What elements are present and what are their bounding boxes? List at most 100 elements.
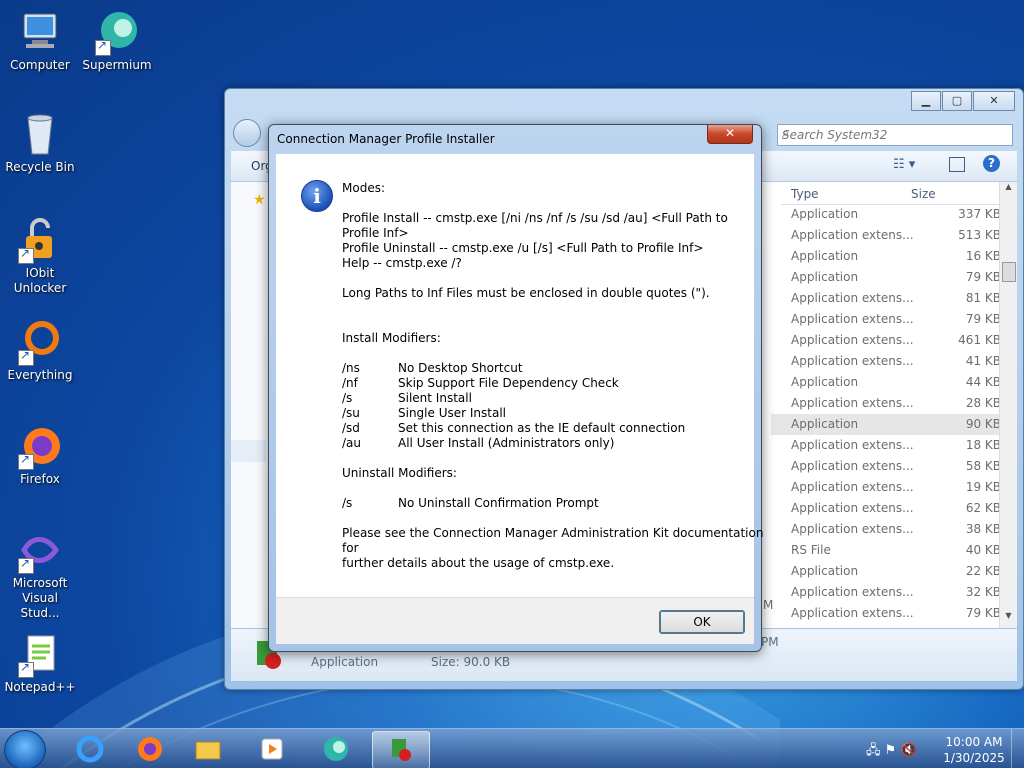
file-row[interactable]: Application extens... 81 KB [771, 288, 1003, 309]
scroll-up-arrow-icon[interactable]: ▲ [1000, 182, 1017, 199]
shortcut-arrow-icon [18, 452, 34, 470]
file-row[interactable]: Application extens... 32 KB [771, 582, 1003, 603]
taskbar: 🖧 ⚑ 🔇 10:00 AM 1/30/2025 [0, 728, 1024, 768]
desktop-icon-firefox[interactable]: Firefox [0, 422, 80, 487]
desktop-icon-iobit-unlocker[interactable]: IObit Unlocker [0, 216, 80, 296]
help-line: Help -- cmstp.exe /? [342, 256, 462, 270]
shortcut-arrow-icon [95, 38, 111, 56]
file-size: 41 KB [965, 354, 1001, 368]
scroll-thumb[interactable] [1002, 262, 1016, 282]
file-type: Application extens... [791, 312, 914, 326]
install-modifiers-heading: Install Modifiers: [342, 331, 441, 345]
file-row[interactable]: RS File 40 KB [771, 540, 1003, 561]
file-size: 461 KB [958, 333, 1001, 347]
clock-date: 1/30/2025 [943, 751, 1005, 765]
file-row[interactable]: Application extens... 38 KB [771, 519, 1003, 540]
taskbar-firefox-icon[interactable] [122, 731, 178, 767]
search-icon[interactable]: ⌕ [782, 126, 1008, 141]
modifier-desc: Set this connection as the IE default co… [398, 421, 686, 435]
action-center-flag-icon[interactable]: ⚑ [885, 743, 897, 758]
taskbar-internet-explorer-icon[interactable] [62, 731, 118, 767]
file-row[interactable]: Application extens... 18 KB [771, 435, 1003, 456]
desktop-icon-recycle-bin[interactable]: Recycle Bin [0, 110, 80, 175]
file-row[interactable]: Application extens... 41 KB [771, 351, 1003, 372]
file-type: Application extens... [791, 291, 914, 305]
volume-muted-icon[interactable]: 🔇 [900, 743, 916, 758]
back-button[interactable] [233, 119, 261, 147]
info-icon: i [301, 180, 333, 212]
column-header-size[interactable]: Size [911, 187, 936, 201]
dialog-footer: OK [276, 597, 754, 644]
file-size: 38 KB [965, 522, 1001, 536]
navigation-pane[interactable]: ★ [231, 182, 266, 628]
taskbar-explorer-icon[interactable] [180, 731, 236, 767]
clock[interactable]: 10:00 AM 1/30/2025 [942, 734, 1006, 766]
file-type: Application [791, 564, 859, 578]
file-row[interactable]: Application extens... 19 KB [771, 477, 1003, 498]
uninstall-modifiers-heading: Uninstall Modifiers: [342, 466, 457, 480]
search-input[interactable]: Search System32 ⌕ [777, 124, 1013, 146]
scroll-down-arrow-icon[interactable]: ▼ [1000, 611, 1017, 628]
desktop-icon-label: Computer [10, 58, 70, 72]
file-size: 40 KB [965, 543, 1001, 557]
file-size: 81 KB [965, 291, 1001, 305]
show-desktop-button[interactable] [1011, 729, 1024, 768]
view-options-icon[interactable]: ☷ ▾ [893, 157, 915, 172]
file-row[interactable]: Application 16 KB [771, 246, 1003, 267]
file-row[interactable]: Application 90 KB [771, 414, 1003, 435]
file-row[interactable]: Application 22 KB [771, 561, 1003, 582]
file-row[interactable]: Application extens... 28 KB [771, 393, 1003, 414]
file-row[interactable]: Application 44 KB [771, 372, 1003, 393]
vertical-scrollbar[interactable]: ▲ ▼ [999, 182, 1017, 628]
dialog-close-button[interactable]: ✕ [707, 125, 753, 144]
taskbar-media-player-icon[interactable] [244, 731, 300, 767]
file-row[interactable]: Application extens... 461 KB [771, 330, 1003, 351]
maximize-button[interactable]: ▢ [942, 91, 972, 111]
network-icon[interactable]: 🖧 [866, 743, 881, 758]
modifier-key: /nf [342, 376, 358, 390]
iobit-unlocker-icon [16, 216, 64, 264]
desktop-icon-notepadpp[interactable]: Notepad++ [0, 630, 80, 695]
desktop-icon-computer[interactable]: Computer [0, 8, 80, 73]
dialog-title: Connection Manager Profile Installer [277, 132, 495, 146]
desktop-icon-visual-studio[interactable]: Microsoft Visual Stud... [0, 526, 80, 621]
preview-pane-icon[interactable] [949, 157, 965, 172]
file-row[interactable]: Application extens... 513 KB [771, 225, 1003, 246]
modifier-desc: Single User Install [398, 406, 506, 420]
taskbar-supermium-icon[interactable] [308, 731, 364, 767]
desktop-icon-label: Microsoft Visual Stud... [12, 576, 68, 620]
modifier-key: /ns [342, 361, 360, 375]
shortcut-arrow-icon [18, 246, 34, 264]
minimize-button[interactable]: ▁ [911, 91, 941, 111]
file-row[interactable]: Application extens... 79 KB [771, 603, 1003, 624]
close-button[interactable]: ✕ [973, 91, 1015, 111]
help-icon[interactable]: ? [983, 155, 1000, 172]
file-size: 90 KB [965, 417, 1001, 431]
file-row[interactable]: Application 337 KB [771, 204, 1003, 225]
modes-heading: Modes: [342, 181, 385, 195]
modifier-key: /au [342, 436, 362, 450]
file-size: 22 KB [965, 564, 1001, 578]
column-header-type[interactable]: Type [791, 187, 819, 201]
file-row[interactable]: Application extens... 79 KB [771, 309, 1003, 330]
taskbar-cmstp-icon[interactable] [372, 731, 430, 768]
shortcut-arrow-icon [18, 660, 34, 678]
modifier-desc: Silent Install [398, 391, 472, 405]
start-button[interactable] [4, 730, 46, 768]
profile-install-line: Profile Install -- cmstp.exe [/ni /ns /n… [342, 211, 728, 225]
ok-button[interactable]: OK [659, 610, 745, 634]
file-row[interactable]: Application extens... 58 KB [771, 456, 1003, 477]
file-type: Application extens... [791, 585, 914, 599]
file-row[interactable]: Application 79 KB [771, 267, 1003, 288]
cmstp-dialog[interactable]: Connection Manager Profile Installer ✕ i… [268, 124, 764, 652]
details-type: Application [311, 655, 379, 669]
documentation-line: Please see the Connection Manager Admini… [342, 526, 764, 540]
desktop-icon-supermium[interactable]: Supermium [77, 8, 157, 73]
file-row[interactable]: Application extens... 62 KB [771, 498, 1003, 519]
file-size: 58 KB [965, 459, 1001, 473]
install-modifier-row: /sd Set this connection as the IE default… [342, 421, 685, 436]
install-modifier-row: /au All User Install (Administrators only… [342, 436, 614, 451]
shortcut-arrow-icon [18, 348, 34, 366]
desktop-icon-everything[interactable]: Everything [0, 318, 80, 383]
nav-selected-item[interactable] [231, 440, 266, 462]
